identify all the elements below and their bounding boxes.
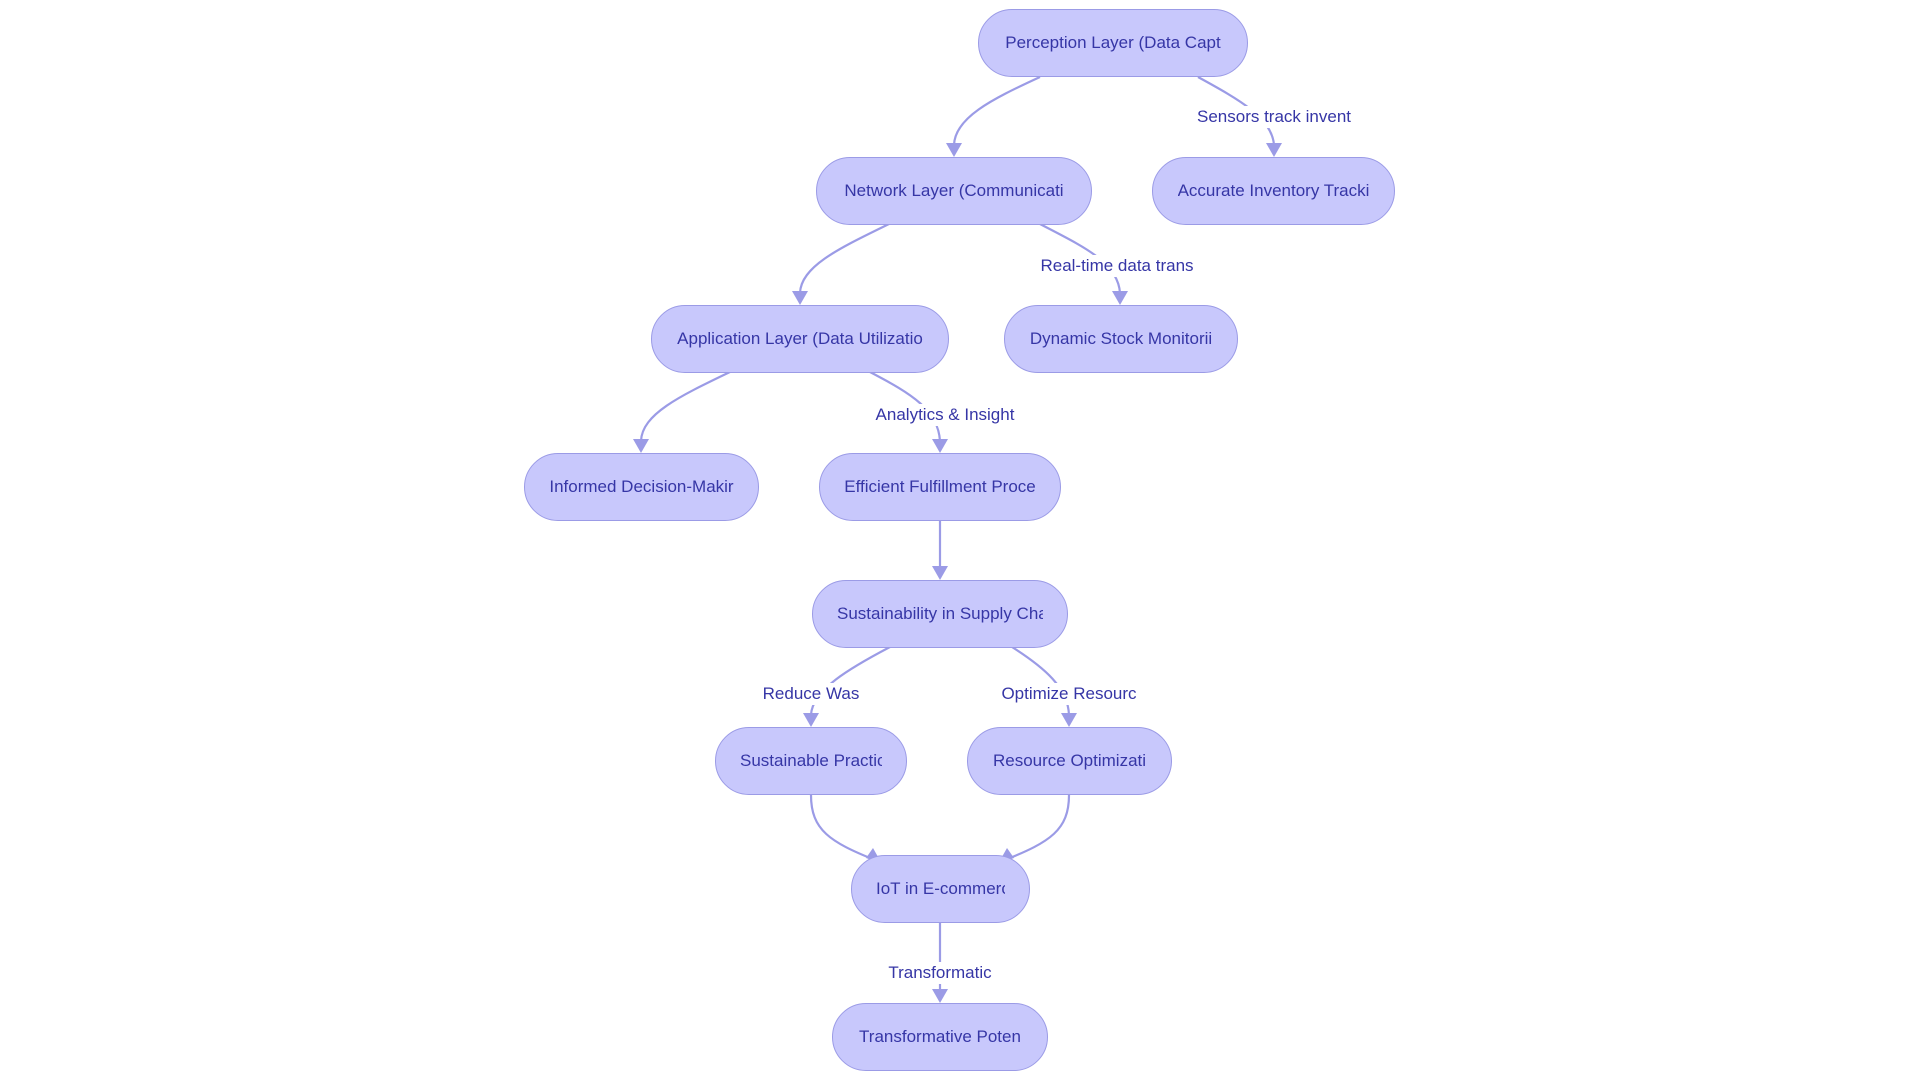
arrowhead-icon — [1266, 143, 1282, 157]
arrowhead-icon — [633, 439, 649, 453]
node-label: Sustainable Practic — [740, 751, 882, 770]
edge-network-to-application — [798, 223, 890, 294]
edge-label-reduce-waste: Reduce Was — [760, 683, 862, 705]
node-iot-in-ecommerce[interactable]: IoT in E-commerc — [851, 855, 1030, 923]
node-label: Application Layer (Data Utilizatio — [677, 329, 923, 348]
edge-label-analytics: Analytics & Insight — [873, 404, 1017, 426]
arrowhead-icon — [946, 143, 962, 157]
node-resource-optimization[interactable]: Resource Optimizati — [967, 727, 1172, 795]
edge-perception-to-network — [952, 76, 1041, 146]
node-label: Resource Optimizati — [992, 751, 1147, 770]
node-label: Network Layer (Communicati — [844, 181, 1064, 200]
node-transformative-potential[interactable]: Transformative Poten — [832, 1003, 1048, 1071]
node-label: Dynamic Stock Monitorii — [1029, 329, 1213, 348]
edge-application-to-informed — [639, 371, 731, 442]
node-perception-layer[interactable]: Perception Layer (Data Capt — [978, 9, 1248, 77]
edge-resource-to-iot — [1004, 794, 1071, 862]
node-network-layer[interactable]: Network Layer (Communicati — [816, 157, 1092, 225]
node-label: Efficient Fulfillment Proce — [844, 477, 1036, 496]
node-accurate-inventory-tracking[interactable]: Accurate Inventory Tracki — [1152, 157, 1395, 225]
flowchart-canvas: Perception Layer (Data Capt Network Laye… — [0, 0, 1920, 1080]
arrowhead-icon — [932, 566, 948, 580]
node-label: Transformative Poten — [859, 1027, 1021, 1046]
arrowhead-icon — [932, 989, 948, 1003]
node-label: Perception Layer (Data Capt — [1005, 33, 1221, 52]
edge-practices-to-iot — [809, 794, 876, 862]
arrowhead-icon — [1061, 713, 1077, 727]
arrowhead-icon — [803, 713, 819, 727]
node-label: Accurate Inventory Tracki — [1177, 181, 1370, 200]
edge-label-optimize: Optimize Resourc — [999, 683, 1139, 705]
node-label: Sustainability in Supply Cha — [837, 604, 1043, 623]
arrowhead-icon — [1112, 291, 1128, 305]
edge-label-realtime: Real-time data trans — [1038, 255, 1196, 277]
node-informed-decision-making[interactable]: Informed Decision-Makir — [524, 453, 759, 521]
node-dynamic-stock-monitoring[interactable]: Dynamic Stock Monitorii — [1004, 305, 1238, 373]
node-sustainability-supply-chain[interactable]: Sustainability in Supply Cha — [812, 580, 1068, 648]
node-label: IoT in E-commerc — [876, 879, 1005, 898]
node-efficient-fulfillment[interactable]: Efficient Fulfillment Proce — [819, 453, 1061, 521]
arrowhead-icon — [932, 439, 948, 453]
node-sustainable-practices[interactable]: Sustainable Practic — [715, 727, 907, 795]
edge-label-sensors: Sensors track invent — [1194, 106, 1354, 128]
node-label: Informed Decision-Makir — [549, 477, 734, 496]
arrowhead-icon — [792, 291, 808, 305]
edge-label-transformation: Transformatic — [886, 962, 994, 984]
node-application-layer[interactable]: Application Layer (Data Utilizatio — [651, 305, 949, 373]
